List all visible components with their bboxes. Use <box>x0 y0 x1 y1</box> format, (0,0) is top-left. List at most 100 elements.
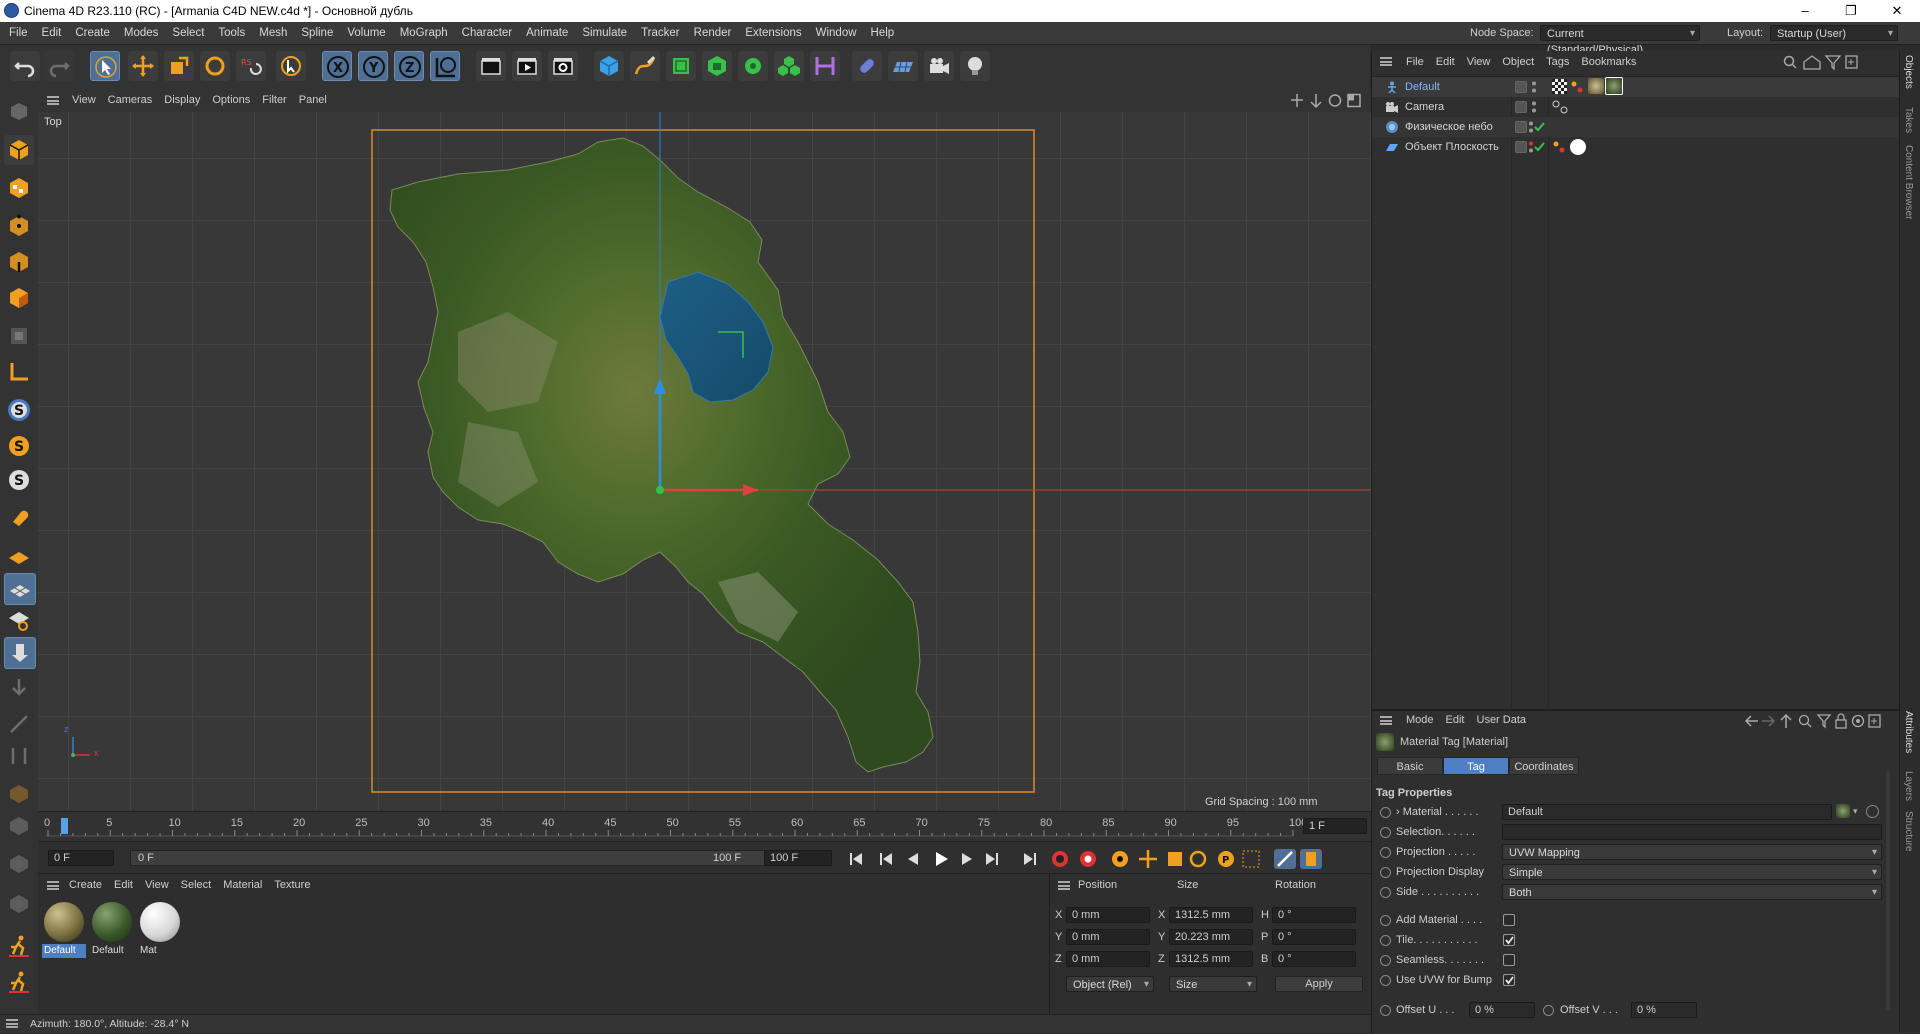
menu-extensions[interactable]: Extensions <box>738 22 808 44</box>
side-tab-attributes[interactable]: Attributes <box>1903 711 1914 753</box>
recent-tools-button[interactable]: RS <box>236 51 266 81</box>
menu-spline[interactable]: Spline <box>294 22 340 44</box>
cloner-button[interactable] <box>738 51 768 81</box>
search-icon[interactable] <box>1798 714 1812 728</box>
menu-create[interactable]: Create <box>68 22 117 44</box>
material-link-field[interactable]: Default <box>1502 804 1832 820</box>
forward-arrow-icon[interactable] <box>1762 715 1776 727</box>
coordinate-mode-dropdown[interactable]: Object (Rel) <box>1066 976 1154 993</box>
node-space-dropdown[interactable]: Current (Standard/Physical) <box>1540 25 1700 56</box>
side-dropdown[interactable]: Both <box>1502 884 1882 901</box>
live-selection-button[interactable] <box>276 51 306 81</box>
object-manager-hamburger-icon[interactable] <box>1380 57 1392 66</box>
viewport-menu-view[interactable]: View <box>66 89 102 111</box>
material-swatch-mat[interactable]: Mat <box>138 902 182 960</box>
viewport-menu-display[interactable]: Display <box>158 89 206 111</box>
character-tool2-button[interactable] <box>4 967 34 997</box>
rot-p-field[interactable]: 0 ° <box>1272 929 1356 945</box>
object-menu-bookmarks[interactable]: Bookmarks <box>1575 51 1642 73</box>
texture-mode-button[interactable] <box>4 173 34 203</box>
timeline-ruler[interactable]: 0 5 10 15 20 25 30 35 40 45 50 55 60 65 70 75 80 85 90 95 10… <box>38 811 1371 842</box>
projection-display-dropdown[interactable]: Simple <box>1502 864 1882 881</box>
offset-v-field[interactable]: 0 % <box>1631 1002 1697 1018</box>
pos-x-field[interactable]: 0 mm <box>1066 907 1150 923</box>
pos-y-field[interactable]: 0 mm <box>1066 929 1150 945</box>
viewport-menu-panel[interactable]: Panel <box>293 89 333 111</box>
tile-checkbox[interactable] <box>1503 934 1515 946</box>
editor-visibility-toggle[interactable] <box>1515 121 1527 133</box>
up-arrow-icon[interactable] <box>1780 713 1792 728</box>
rot-b-field[interactable]: 0 ° <box>1272 951 1356 967</box>
material-menu-material[interactable]: Material <box>217 874 268 896</box>
menu-simulate[interactable]: Simulate <box>575 22 634 44</box>
material-link-thumb-icon[interactable] <box>1836 804 1850 818</box>
maximize-viewport-icon[interactable] <box>1347 93 1361 108</box>
snap-workplane-button[interactable]: S <box>4 465 34 495</box>
add-material-checkbox[interactable] <box>1503 914 1515 926</box>
material-menu-view[interactable]: View <box>139 874 175 896</box>
animate-radio[interactable] <box>1380 867 1391 878</box>
timeline-window-icon[interactable] <box>1300 849 1322 869</box>
material-tag-icon-2-selected[interactable] <box>1605 77 1623 95</box>
layer4-button[interactable] <box>4 889 34 919</box>
material-menu-texture[interactable]: Texture <box>268 874 316 896</box>
minimize-button[interactable]: – <box>1782 0 1828 22</box>
apply-button[interactable]: Apply <box>1275 976 1363 992</box>
size-x-field[interactable]: 1312.5 mm <box>1169 907 1253 923</box>
scale-tool-button[interactable] <box>164 51 194 81</box>
keyframe-selection-icon[interactable] <box>1112 851 1128 867</box>
menu-file[interactable]: File <box>2 22 35 44</box>
mograph-cloner-button[interactable] <box>774 51 804 81</box>
side-tab-structure[interactable]: Structure <box>1903 811 1914 852</box>
preview-range-slider[interactable] <box>130 850 790 866</box>
move-tool-button[interactable] <box>128 51 158 81</box>
redo-button[interactable] <box>44 51 74 81</box>
axis-mode-button[interactable] <box>4 357 34 387</box>
menu-character[interactable]: Character <box>455 22 520 44</box>
animate-radio[interactable] <box>1380 827 1391 838</box>
object-row-camera[interactable]: Camera <box>1372 97 1900 117</box>
menu-select[interactable]: Select <box>165 22 211 44</box>
animate-radio[interactable] <box>1380 847 1391 858</box>
floor-button[interactable] <box>888 51 918 81</box>
key-rotation-icon[interactable] <box>1189 850 1207 868</box>
maximize-button[interactable]: ❐ <box>1828 0 1874 22</box>
snap-settings-button[interactable]: S <box>4 431 34 461</box>
object-menu-tags[interactable]: Tags <box>1540 51 1575 73</box>
solo-off-button[interactable] <box>4 709 34 739</box>
selection-field[interactable] <box>1502 824 1882 840</box>
ik-tag-icon[interactable] <box>1570 80 1584 94</box>
planar-workplane-button[interactable] <box>4 605 34 635</box>
menu-edit[interactable]: Edit <box>35 22 69 44</box>
filter-icon[interactable] <box>1816 714 1832 729</box>
menu-mesh[interactable]: Mesh <box>252 22 294 44</box>
autokey-icon[interactable] <box>1080 851 1096 867</box>
enabled-check-icon[interactable] <box>1527 120 1545 134</box>
menu-tools[interactable]: Tools <box>211 22 252 44</box>
object-row-physical-sky[interactable]: Физическое небо <box>1372 117 1900 137</box>
3d-viewport[interactable]: Top z x Grid Spacing: 100 mm <box>38 112 1371 811</box>
menu-render[interactable]: Render <box>687 22 739 44</box>
previous-frame-icon[interactable] <box>908 853 918 865</box>
material-menu-edit[interactable]: Edit <box>108 874 139 896</box>
object-row-plane[interactable]: Объект Плоскость <box>1372 137 1900 157</box>
menu-animate[interactable]: Animate <box>519 22 575 44</box>
material-swatch-default-1[interactable]: Default <box>42 902 86 960</box>
start-frame-field[interactable]: 0 F <box>48 850 114 866</box>
pos-z-field[interactable]: 0 mm <box>1066 951 1150 967</box>
menu-volume[interactable]: Volume <box>340 22 392 44</box>
model-mode-button[interactable] <box>4 135 34 165</box>
timeline-playhead[interactable] <box>61 818 68 834</box>
coordinates-hamburger-icon[interactable] <box>1058 881 1070 890</box>
attributes-menu-user-data[interactable]: User Data <box>1471 709 1533 731</box>
back-arrow-icon[interactable] <box>1744 715 1758 727</box>
animate-radio[interactable] <box>1380 915 1391 926</box>
y-axis-lock-button[interactable]: Y <box>358 51 388 81</box>
attributes-hamburger-icon[interactable] <box>1380 716 1392 725</box>
extrude-button[interactable] <box>702 51 732 81</box>
end-frame-field[interactable]: 100 F <box>764 850 832 866</box>
enabled-check-icon[interactable] <box>1527 140 1545 154</box>
layer-button[interactable] <box>4 779 34 809</box>
tab-coordinates[interactable]: Coordinates <box>1509 757 1579 775</box>
key-scale-icon[interactable] <box>1168 852 1182 866</box>
